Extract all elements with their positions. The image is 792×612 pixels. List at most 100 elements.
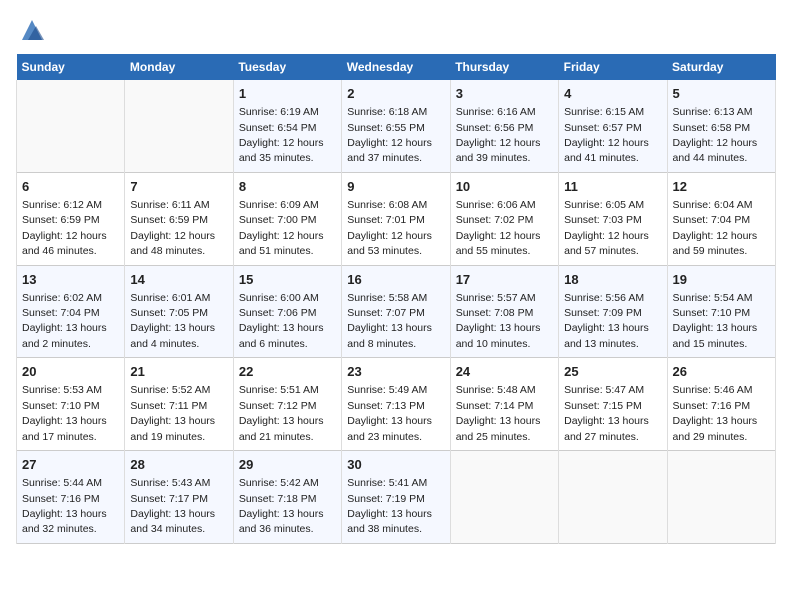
calendar-cell (17, 80, 125, 172)
calendar-week-row: 27 Sunrise: 5:44 AM Sunset: 7:16 PM Dayli… (17, 451, 776, 544)
calendar-cell: 16 Sunrise: 5:58 AM Sunset: 7:07 PM Dayli… (342, 265, 450, 358)
logo (16, 16, 46, 44)
calendar-cell: 29 Sunrise: 5:42 AM Sunset: 7:18 PM Dayli… (233, 451, 341, 544)
day-number: 7 (130, 178, 227, 196)
day-number: 11 (564, 178, 661, 196)
calendar-cell: 5 Sunrise: 6:13 AM Sunset: 6:58 PM Daylig… (667, 80, 775, 172)
day-number: 10 (456, 178, 553, 196)
day-number: 22 (239, 363, 336, 381)
day-number: 23 (347, 363, 444, 381)
calendar-cell: 12 Sunrise: 6:04 AM Sunset: 7:04 PM Dayli… (667, 172, 775, 265)
day-number: 12 (673, 178, 770, 196)
calendar-cell: 10 Sunrise: 6:06 AM Sunset: 7:02 PM Dayli… (450, 172, 558, 265)
day-number: 3 (456, 85, 553, 103)
calendar-cell: 30 Sunrise: 5:41 AM Sunset: 7:19 PM Dayli… (342, 451, 450, 544)
day-number: 20 (22, 363, 119, 381)
calendar-cell: 7 Sunrise: 6:11 AM Sunset: 6:59 PM Daylig… (125, 172, 233, 265)
day-info: Sunrise: 5:57 AM Sunset: 7:08 PM Dayligh… (456, 292, 541, 350)
day-info: Sunrise: 5:58 AM Sunset: 7:07 PM Dayligh… (347, 292, 432, 350)
calendar-cell: 23Sunrise: 5:49 AM Sunset: 7:13 PM Dayli… (342, 358, 450, 451)
day-info: Sunrise: 6:16 AM Sunset: 6:56 PM Dayligh… (456, 106, 541, 164)
calendar-cell: 9 Sunrise: 6:08 AM Sunset: 7:01 PM Daylig… (342, 172, 450, 265)
day-number: 24 (456, 363, 553, 381)
day-info: Sunrise: 6:09 AM Sunset: 7:00 PM Dayligh… (239, 199, 324, 257)
calendar-cell: 19Sunrise: 5:54 AM Sunset: 7:10 PM Dayli… (667, 265, 775, 358)
day-number: 2 (347, 85, 444, 103)
day-number: 4 (564, 85, 661, 103)
day-header: Thursday (450, 54, 558, 80)
calendar-cell: 17 Sunrise: 5:57 AM Sunset: 7:08 PM Dayli… (450, 265, 558, 358)
calendar-cell: 8 Sunrise: 6:09 AM Sunset: 7:00 PM Daylig… (233, 172, 341, 265)
day-header: Monday (125, 54, 233, 80)
day-info: Sunrise: 5:42 AM Sunset: 7:18 PM Dayligh… (239, 477, 324, 535)
calendar-cell: 26 Sunrise: 5:46 AM Sunset: 7:16 PM Dayli… (667, 358, 775, 451)
header-row: SundayMondayTuesdayWednesdayThursdayFrid… (17, 54, 776, 80)
calendar-cell (559, 451, 667, 544)
calendar-cell: 4 Sunrise: 6:15 AM Sunset: 6:57 PM Daylig… (559, 80, 667, 172)
calendar-cell (125, 80, 233, 172)
day-number: 28 (130, 456, 227, 474)
calendar-cell: 28Sunrise: 5:43 AM Sunset: 7:17 PM Dayli… (125, 451, 233, 544)
calendar-week-row: 20 Sunrise: 5:53 AM Sunset: 7:10 PM Dayli… (17, 358, 776, 451)
calendar-cell: 27 Sunrise: 5:44 AM Sunset: 7:16 PM Dayli… (17, 451, 125, 544)
calendar-week-row: 13 Sunrise: 6:02 AM Sunset: 7:04 PM Dayli… (17, 265, 776, 358)
day-header: Saturday (667, 54, 775, 80)
day-number: 17 (456, 271, 553, 289)
calendar-week-row: 1Sunrise: 6:19 AM Sunset: 6:54 PM Daylig… (17, 80, 776, 172)
calendar-cell: 20 Sunrise: 5:53 AM Sunset: 7:10 PM Dayli… (17, 358, 125, 451)
day-info: Sunrise: 6:04 AM Sunset: 7:04 PM Dayligh… (673, 199, 758, 257)
calendar-cell (667, 451, 775, 544)
day-info: Sunrise: 6:01 AM Sunset: 7:05 PM Dayligh… (130, 292, 215, 350)
calendar-cell: 21Sunrise: 5:52 AM Sunset: 7:11 PM Dayli… (125, 358, 233, 451)
day-info: Sunrise: 5:41 AM Sunset: 7:19 PM Dayligh… (347, 477, 432, 535)
day-info: Sunrise: 6:12 AM Sunset: 6:59 PM Dayligh… (22, 199, 107, 257)
day-info: Sunrise: 5:48 AM Sunset: 7:14 PM Dayligh… (456, 384, 541, 442)
calendar-cell: 25Sunrise: 5:47 AM Sunset: 7:15 PM Dayli… (559, 358, 667, 451)
day-info: Sunrise: 6:00 AM Sunset: 7:06 PM Dayligh… (239, 292, 324, 350)
day-number: 14 (130, 271, 227, 289)
calendar-cell: 6 Sunrise: 6:12 AM Sunset: 6:59 PM Daylig… (17, 172, 125, 265)
day-number: 13 (22, 271, 119, 289)
day-number: 25 (564, 363, 661, 381)
day-info: Sunrise: 6:11 AM Sunset: 6:59 PM Dayligh… (130, 199, 215, 257)
day-info: Sunrise: 6:06 AM Sunset: 7:02 PM Dayligh… (456, 199, 541, 257)
day-header: Tuesday (233, 54, 341, 80)
day-number: 18 (564, 271, 661, 289)
day-number: 5 (673, 85, 770, 103)
calendar-table: SundayMondayTuesdayWednesdayThursdayFrid… (16, 54, 776, 544)
day-info: Sunrise: 5:46 AM Sunset: 7:16 PM Dayligh… (673, 384, 758, 442)
calendar-cell: 18 Sunrise: 5:56 AM Sunset: 7:09 PM Dayli… (559, 265, 667, 358)
day-number: 30 (347, 456, 444, 474)
day-info: Sunrise: 6:13 AM Sunset: 6:58 PM Dayligh… (673, 106, 758, 164)
day-number: 29 (239, 456, 336, 474)
calendar-cell (450, 451, 558, 544)
day-number: 8 (239, 178, 336, 196)
calendar-cell: 22 Sunrise: 5:51 AM Sunset: 7:12 PM Dayli… (233, 358, 341, 451)
day-number: 6 (22, 178, 119, 196)
day-info: Sunrise: 5:51 AM Sunset: 7:12 PM Dayligh… (239, 384, 324, 442)
calendar-cell: 1Sunrise: 6:19 AM Sunset: 6:54 PM Daylig… (233, 80, 341, 172)
logo-icon (18, 16, 46, 44)
day-number: 19 (673, 271, 770, 289)
day-info: Sunrise: 6:19 AM Sunset: 6:54 PM Dayligh… (239, 106, 324, 164)
day-info: Sunrise: 6:08 AM Sunset: 7:01 PM Dayligh… (347, 199, 432, 257)
day-number: 9 (347, 178, 444, 196)
day-number: 26 (673, 363, 770, 381)
calendar-cell: 15Sunrise: 6:00 AM Sunset: 7:06 PM Dayli… (233, 265, 341, 358)
calendar-week-row: 6 Sunrise: 6:12 AM Sunset: 6:59 PM Daylig… (17, 172, 776, 265)
day-info: Sunrise: 5:56 AM Sunset: 7:09 PM Dayligh… (564, 292, 649, 350)
day-info: Sunrise: 5:52 AM Sunset: 7:11 PM Dayligh… (130, 384, 215, 442)
calendar-cell: 3 Sunrise: 6:16 AM Sunset: 6:56 PM Daylig… (450, 80, 558, 172)
day-info: Sunrise: 6:02 AM Sunset: 7:04 PM Dayligh… (22, 292, 107, 350)
day-info: Sunrise: 6:15 AM Sunset: 6:57 PM Dayligh… (564, 106, 649, 164)
calendar-cell: 14 Sunrise: 6:01 AM Sunset: 7:05 PM Dayli… (125, 265, 233, 358)
day-header: Sunday (17, 54, 125, 80)
calendar-cell: 11Sunrise: 6:05 AM Sunset: 7:03 PM Dayli… (559, 172, 667, 265)
day-header: Wednesday (342, 54, 450, 80)
day-number: 27 (22, 456, 119, 474)
day-number: 16 (347, 271, 444, 289)
day-info: Sunrise: 5:53 AM Sunset: 7:10 PM Dayligh… (22, 384, 107, 442)
calendar-cell: 13 Sunrise: 6:02 AM Sunset: 7:04 PM Dayli… (17, 265, 125, 358)
day-info: Sunrise: 5:44 AM Sunset: 7:16 PM Dayligh… (22, 477, 107, 535)
calendar-cell: 24 Sunrise: 5:48 AM Sunset: 7:14 PM Dayli… (450, 358, 558, 451)
